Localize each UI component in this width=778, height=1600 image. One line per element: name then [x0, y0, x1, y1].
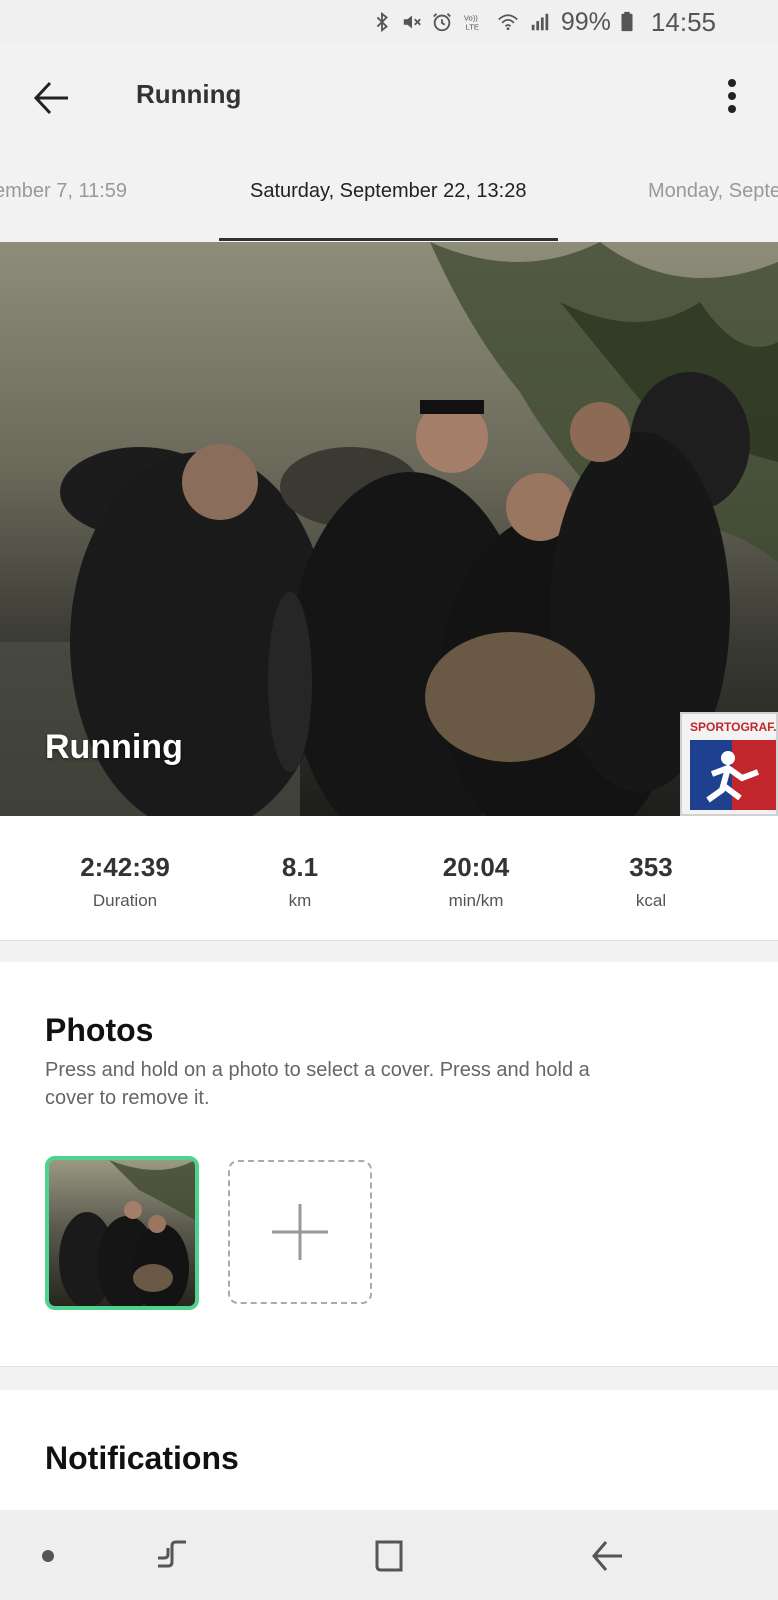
notifications-section: Notifications	[0, 1390, 778, 1510]
battery-percent: 99%	[560, 7, 611, 36]
back-button[interactable]	[28, 74, 76, 122]
photos-title: Photos	[45, 1012, 154, 1048]
stat-duration: 2:42:39 Duration	[50, 852, 200, 911]
signal-icon	[529, 11, 551, 33]
stat-value: 2:42:39	[80, 852, 170, 882]
session-tabs: ember 7, 11:59 Saturday, September 22, 1…	[0, 152, 778, 243]
mute-icon	[401, 11, 423, 33]
battery-icon	[619, 11, 635, 33]
tab-next-session[interactable]: Monday, Septe	[648, 180, 778, 203]
stat-value: 353	[629, 852, 673, 882]
tab-indicator	[219, 238, 558, 241]
photos-section: Photos Press and hold on a photo to sele…	[0, 962, 778, 1367]
status-bar: Vo)) LTE 99% 14:55	[0, 0, 778, 44]
photo-thumbnail-cover[interactable]	[45, 1156, 199, 1310]
bluetooth-icon	[371, 11, 393, 33]
stat-calories: 353 kcal	[576, 852, 726, 911]
tab-current-session[interactable]: Saturday, September 22, 13:28	[250, 180, 526, 203]
sportograf-watermark: SPORTOGRAF.C	[680, 712, 778, 816]
cover-photo[interactable]: Running SPORTOGRAF.C	[0, 242, 778, 816]
recent-apps-button[interactable]	[152, 1536, 192, 1576]
alarm-icon	[431, 11, 453, 33]
dot-icon	[42, 1550, 54, 1562]
stat-label: kcal	[635, 891, 667, 910]
back-nav-button[interactable]	[588, 1536, 628, 1576]
back-arrow-icon	[592, 1541, 622, 1571]
home-button[interactable]	[369, 1536, 409, 1576]
wifi-icon	[495, 11, 521, 33]
home-square-icon	[375, 1540, 403, 1572]
volte-icon: Vo)) LTE	[461, 11, 487, 33]
stat-value: 8.1	[281, 852, 319, 882]
status-time: 14:55	[650, 6, 716, 37]
svg-text:LTE: LTE	[465, 23, 478, 32]
sportograf-logo-icon	[690, 740, 776, 810]
system-nav-bar	[0, 1510, 778, 1600]
recent-apps-icon	[158, 1540, 186, 1568]
photos-description: Press and hold on a photo to select a co…	[45, 1059, 590, 1109]
svg-text:Vo)): Vo))	[464, 13, 478, 22]
tab-previous-session[interactable]: ember 7, 11:59	[0, 180, 127, 203]
plus-icon	[272, 1204, 328, 1260]
app-bar: Running	[0, 44, 778, 152]
add-photo-button[interactable]	[228, 1160, 372, 1304]
stat-pace: 20:04 min/km	[401, 852, 551, 911]
stat-label: Duration	[92, 891, 158, 910]
status-icons: Vo)) LTE 99% 14:55	[371, 0, 716, 44]
stat-value: 20:04	[442, 852, 510, 882]
page-title: Running	[136, 79, 242, 109]
stats-row: 2:42:39 Duration 8.1 km 20:04 min/km 353…	[0, 816, 778, 941]
stat-label: km	[288, 891, 312, 910]
nav-dot-button[interactable]	[28, 1536, 68, 1576]
cover-title: Running	[45, 728, 183, 766]
arrow-left-icon	[33, 81, 68, 115]
more-options-button[interactable]	[720, 74, 744, 122]
photo-thumbnail-illustration	[59, 1160, 195, 1306]
stat-distance: 8.1 km	[225, 852, 375, 911]
notifications-title: Notifications	[45, 1440, 239, 1476]
more-vert-icon	[728, 79, 736, 113]
stat-label: min/km	[448, 891, 504, 910]
